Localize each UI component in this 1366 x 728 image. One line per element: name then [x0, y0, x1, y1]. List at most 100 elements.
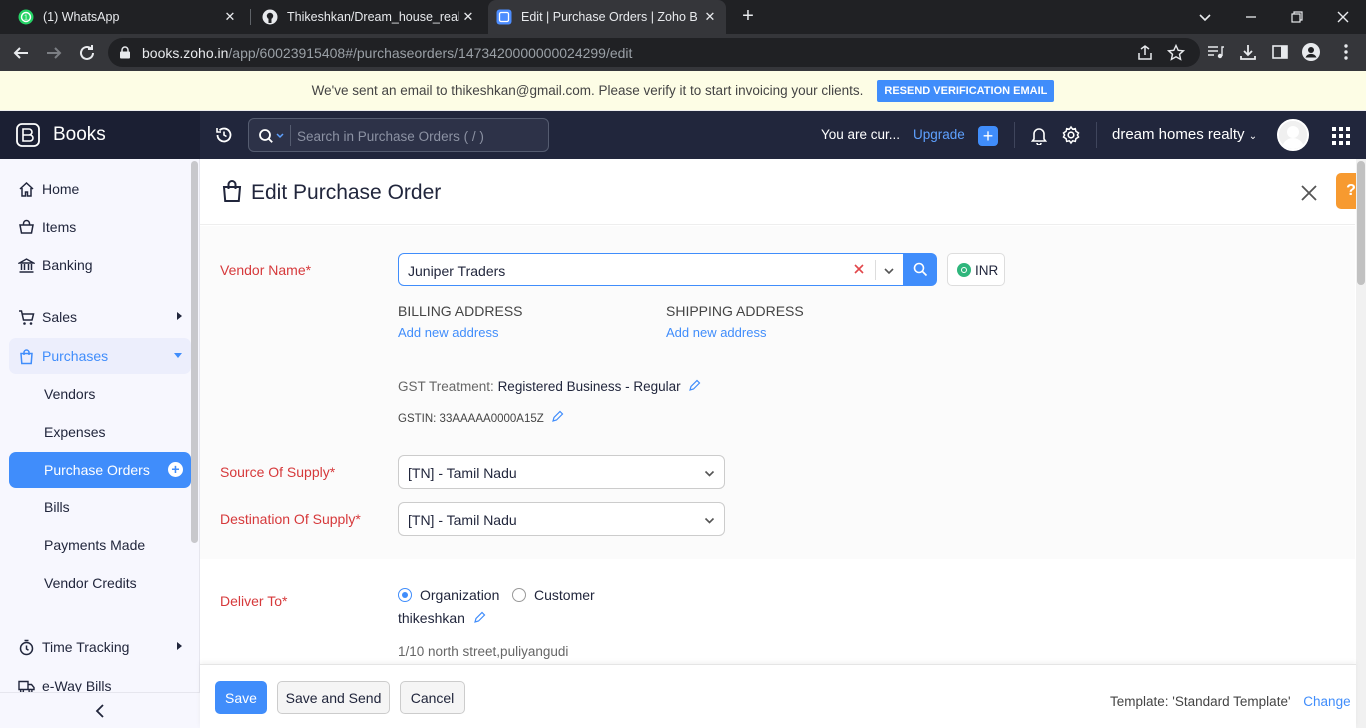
chevron-left-icon [95, 704, 104, 718]
back-icon[interactable] [9, 41, 33, 65]
add-purchase-order-icon[interactable]: + [168, 462, 183, 477]
vendor-search-button[interactable] [903, 253, 937, 286]
radio-button-checked[interactable] [398, 588, 412, 602]
edit-pencil-icon[interactable] [473, 611, 486, 624]
profile-icon[interactable] [1301, 42, 1321, 62]
sidebar-item-expenses[interactable]: Expenses [9, 414, 191, 450]
close-window-icon[interactable] [1331, 5, 1355, 29]
destination-of-supply-value: [TN] - Tamil Nadu [408, 512, 517, 528]
sidebar-item-items[interactable]: Items [9, 209, 191, 245]
browser-tab-bar: 1 (1) WhatsApp ✕ Thikeshkan/Dream_house_… [0, 0, 1366, 34]
trial-status-text[interactable]: You are cur... [821, 127, 900, 142]
sidebar-item-home[interactable]: Home [9, 171, 191, 207]
vendor-name-select[interactable]: Juniper Traders [398, 253, 904, 286]
recent-activity-icon[interactable] [214, 125, 234, 145]
change-template-link[interactable]: Change [1303, 694, 1350, 709]
currency-icon [957, 263, 971, 277]
shipping-add-address-link[interactable]: Add new address [666, 325, 766, 340]
notifications-bell-icon[interactable] [1030, 125, 1048, 145]
search-icon [913, 262, 928, 277]
lock-icon[interactable] [119, 46, 131, 59]
destination-of-supply-select[interactable]: [TN] - Tamil Nadu [398, 502, 725, 536]
forward-icon[interactable] [42, 41, 66, 65]
sidebar-scrollbar[interactable] [191, 161, 198, 543]
close-tab-icon[interactable]: ✕ [702, 9, 718, 25]
cancel-button[interactable]: Cancel [400, 681, 465, 714]
deliver-to-organization-radio[interactable]: Organization [398, 587, 499, 603]
sidebar-item-payments-made[interactable]: Payments Made [9, 527, 191, 563]
url-text: books.zoho.in/app/60023915408#/purchaseo… [142, 45, 632, 61]
quick-create-button[interactable]: + [978, 126, 998, 146]
sidebar-collapse-button[interactable] [0, 692, 200, 728]
tab-divider [250, 9, 251, 25]
browser-menu-icon[interactable] [1336, 42, 1356, 62]
template-info: Template: 'Standard Template' Change [1110, 694, 1351, 709]
page-header: Edit Purchase Order [200, 159, 1355, 225]
cart-icon [19, 310, 35, 325]
sidebar-item-label: Time Tracking [42, 639, 130, 655]
radio-label: Organization [420, 587, 500, 603]
template-value: 'Standard Template' [1172, 694, 1291, 709]
tab-search-chevron-icon[interactable] [1193, 5, 1217, 29]
browser-tab-whatsapp[interactable]: 1 (1) WhatsApp ✕ [10, 0, 246, 34]
reload-icon[interactable] [75, 41, 99, 65]
sidebar-item-bills[interactable]: Bills [9, 489, 191, 525]
new-tab-button[interactable]: + [738, 6, 758, 27]
restore-icon[interactable] [1285, 5, 1309, 29]
chevron-down-icon: ⌄ [1248, 131, 1258, 142]
gst-treatment-label: GST Treatment: [398, 379, 494, 394]
sidebar-item-purchases[interactable]: Purchases [9, 338, 191, 374]
main-scrollbar[interactable] [1356, 159, 1366, 728]
deliver-to-customer-radio[interactable]: Customer [512, 587, 595, 603]
global-search[interactable] [248, 118, 549, 152]
sidebar-item-purchase-orders[interactable]: Purchase Orders + [9, 452, 191, 488]
deliver-to-name: thikeshkan [398, 610, 486, 626]
download-icon[interactable] [1238, 42, 1258, 62]
edit-pencil-icon[interactable] [551, 410, 564, 423]
scrollbar-thumb[interactable] [1357, 161, 1365, 285]
app-launcher-grid-icon[interactable] [1332, 127, 1350, 145]
billing-add-address-link[interactable]: Add new address [398, 325, 498, 340]
sidebar-item-vendors[interactable]: Vendors [9, 376, 191, 412]
search-input[interactable] [297, 127, 537, 145]
url-host: books.zoho.in [142, 45, 229, 61]
bookmark-star-icon[interactable] [1166, 43, 1186, 63]
upgrade-link[interactable]: Upgrade [913, 127, 965, 142]
clear-icon[interactable] [852, 262, 866, 276]
currency-badge[interactable]: INR [947, 253, 1005, 286]
user-avatar[interactable] [1277, 119, 1309, 151]
shopping-bag-icon [20, 349, 33, 365]
close-icon[interactable] [1299, 183, 1319, 203]
settings-gear-icon[interactable] [1061, 125, 1081, 145]
destination-of-supply-label: Destination Of Supply* [220, 511, 361, 527]
sidebar-item-banking[interactable]: Banking [9, 247, 191, 283]
github-icon [262, 9, 278, 25]
minimize-icon[interactable] [1239, 5, 1263, 29]
sidebar-item-vendor-credits[interactable]: Vendor Credits [9, 565, 191, 601]
media-queue-icon[interactable] [1205, 42, 1225, 62]
brand-logo[interactable]: Books [0, 111, 200, 159]
url-path: /app/60023915408#/purchaseorders/1473420… [228, 45, 633, 61]
browser-tab-zoho-active[interactable]: Edit | Purchase Orders | Zoho Bo ✕ [488, 0, 726, 34]
browser-tab-github[interactable]: Thikeshkan/Dream_house_realty ✕ [254, 0, 484, 34]
shipping-address-heading: SHIPPING ADDRESS [666, 303, 804, 319]
books-logo-icon [16, 123, 40, 147]
source-of-supply-select[interactable]: [TN] - Tamil Nadu [398, 455, 725, 489]
chevron-down-icon[interactable] [882, 264, 896, 278]
side-panel-icon[interactable] [1270, 42, 1290, 62]
sidebar-item-time-tracking[interactable]: Time Tracking [9, 629, 191, 665]
url-omnibox[interactable]: books.zoho.in/app/60023915408#/purchaseo… [108, 38, 1200, 67]
organization-switcher[interactable]: dream homes realty ⌄ [1112, 126, 1257, 143]
resend-verification-button[interactable]: RESEND VERIFICATION EMAIL [877, 79, 1055, 102]
close-tab-icon[interactable]: ✕ [222, 9, 238, 25]
radio-button[interactable] [512, 588, 526, 602]
home-icon [19, 181, 34, 197]
gst-treatment-value: Registered Business - Regular [497, 379, 681, 394]
sidebar-item-sales[interactable]: Sales [9, 299, 191, 335]
search-icon[interactable] [257, 127, 289, 145]
edit-pencil-icon[interactable] [688, 379, 701, 392]
save-button[interactable]: Save [215, 681, 267, 714]
close-tab-icon[interactable]: ✕ [460, 9, 476, 25]
share-icon[interactable] [1135, 43, 1155, 63]
save-and-send-button[interactable]: Save and Send [277, 681, 390, 714]
